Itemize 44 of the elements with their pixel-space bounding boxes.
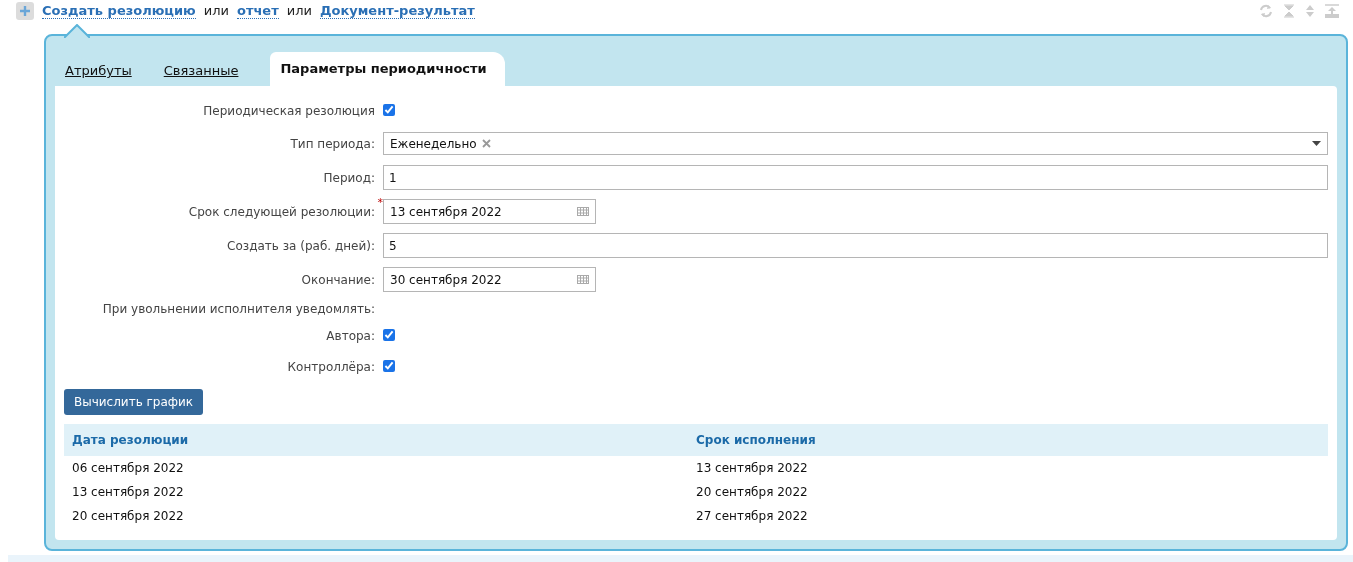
- table-cell-text: 13 сентября 2022: [696, 460, 809, 475]
- calendar-icon[interactable]: [577, 207, 589, 217]
- collapse-icon[interactable]: [1283, 3, 1295, 18]
- table-cell-text: 06 сентября 2022: [72, 460, 185, 475]
- field-label: При увольнении исполнителя уведомлять:: [102, 301, 375, 316]
- date-field[interactable]: 30 сентября 2022: [383, 267, 596, 293]
- field-label: Периодическая резолюция: [203, 104, 375, 119]
- text-field[interactable]: 1: [383, 165, 1328, 191]
- refresh-icon[interactable]: [1259, 3, 1273, 18]
- separator-text: или: [203, 3, 229, 19]
- table-cell-text: 20 сентября 2022: [696, 484, 809, 499]
- field-label: Создать за (раб. дней):: [227, 238, 375, 253]
- checkbox[interactable]: [383, 103, 395, 116]
- checkbox[interactable]: [383, 359, 395, 372]
- tab[interactable]: Атрибуты: [55, 55, 146, 86]
- date-field[interactable]: 13 сентября 2022: [383, 199, 596, 225]
- compute-button[interactable]: Вычислить график: [64, 388, 204, 415]
- add-button[interactable]: [16, 1, 34, 20]
- tab[interactable]: Связанные: [153, 55, 253, 86]
- column-header: Дата резолюции: [72, 432, 190, 447]
- column-header: Срок исполнения: [696, 432, 817, 447]
- field-label: Контроллёра:: [287, 360, 375, 375]
- action-link[interactable]: отчет: [236, 2, 279, 19]
- table-cell-text: 13 сентября 2022: [72, 484, 185, 499]
- expand-icon[interactable]: [1305, 3, 1315, 18]
- field-label: Автора:: [326, 329, 375, 344]
- text-field[interactable]: 5: [383, 233, 1328, 259]
- checkbox[interactable]: [383, 328, 395, 341]
- calendar-icon[interactable]: [577, 275, 589, 285]
- tab[interactable]: Параметры периодичности: [270, 51, 505, 86]
- clear-icon[interactable]: [481, 139, 491, 149]
- table-cell-text: 27 сентября 2022: [696, 508, 809, 523]
- table-cell-text: 20 сентября 2022: [72, 508, 185, 523]
- select-field[interactable]: Еженедельно: [383, 132, 1328, 156]
- action-link[interactable]: Создать резолюцию: [42, 2, 196, 19]
- field-label: Период:: [323, 170, 375, 185]
- separator-text: или: [286, 3, 312, 19]
- action-link[interactable]: Документ-результат: [319, 2, 475, 19]
- plus-icon: [20, 5, 30, 16]
- field-label: Окончание:: [301, 272, 375, 287]
- field-label: Тип периода:: [290, 136, 375, 151]
- required-mark: *: [377, 195, 383, 209]
- dropdown-caret-icon[interactable]: [1312, 141, 1321, 147]
- upload-icon[interactable]: [1325, 3, 1339, 18]
